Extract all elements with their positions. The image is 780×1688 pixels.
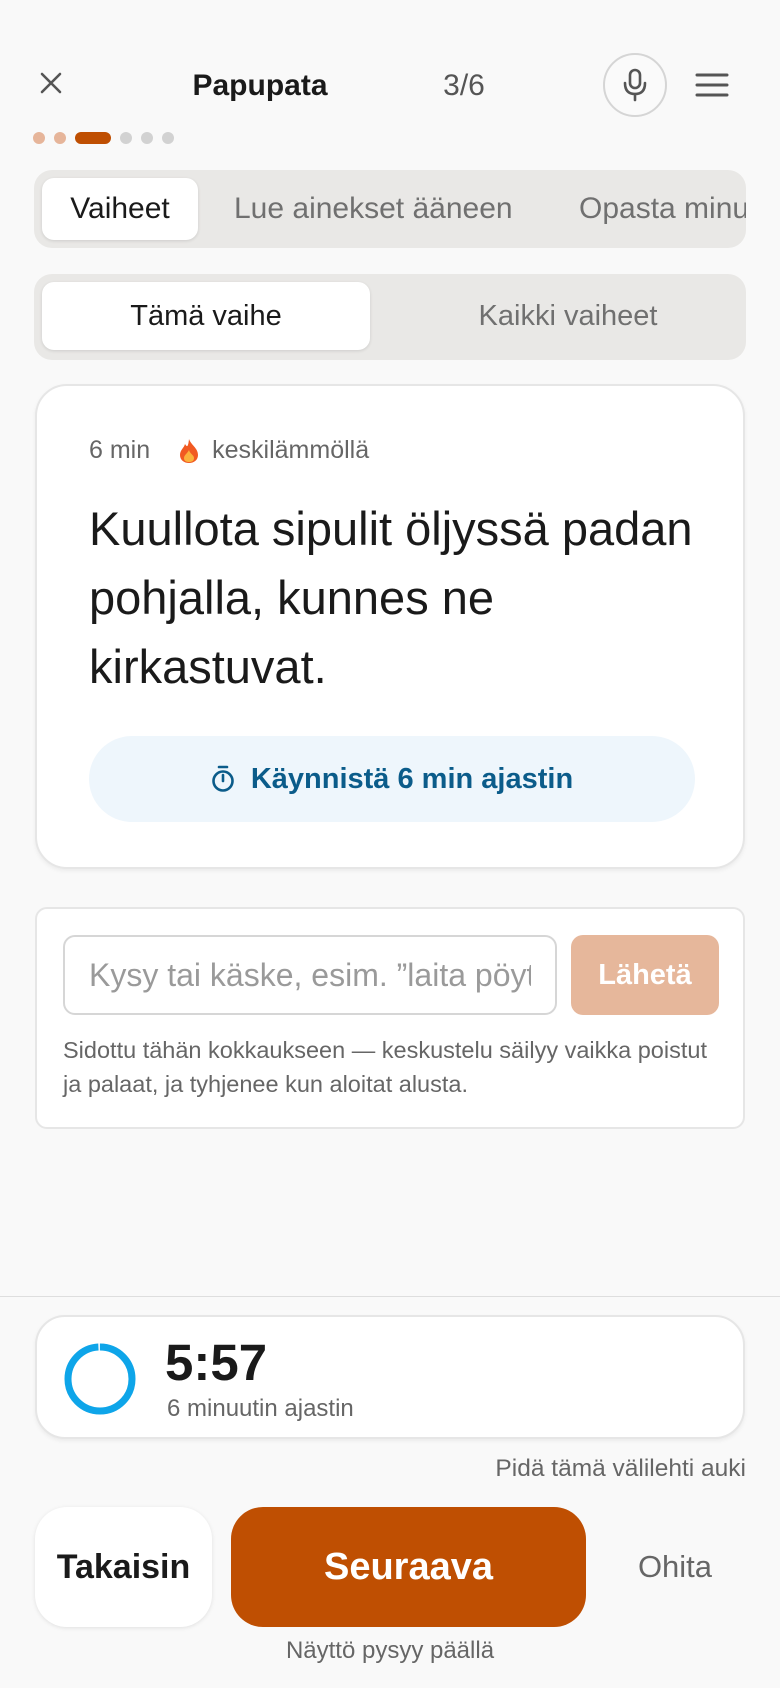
step-instruction: Kuullota sipulit öljyssä padan pohjalla,… bbox=[89, 502, 693, 693]
step-meta: 6 min keskilämmöllä bbox=[89, 436, 369, 465]
step-counter: 3/6 bbox=[443, 69, 485, 102]
start-timer-label: Käynnistä 6 min ajastin bbox=[250, 762, 574, 795]
this-step-button[interactable]: Tämä vaihe bbox=[42, 282, 370, 350]
step-card: 6 min keskilämmöllä Kuullota sipulit ölj… bbox=[35, 384, 745, 869]
tab-steps[interactable]: Vaiheet bbox=[42, 178, 198, 240]
menu-button[interactable] bbox=[691, 64, 733, 106]
heat-level: keskilämmöllä bbox=[212, 436, 370, 464]
timer-ring-progress bbox=[64, 1343, 136, 1415]
timer-ring bbox=[64, 1343, 136, 1415]
keep-tab-open-notice: Pidä tämä välilehti auki bbox=[495, 1455, 746, 1482]
flame-icon bbox=[178, 438, 200, 464]
hamburger-menu-icon bbox=[695, 73, 729, 97]
step-view-toggle: Tämä vaihe Kaikki vaiheet bbox=[34, 274, 746, 360]
screen-awake-notice: Näyttö pysyy päällä bbox=[285, 1637, 495, 1664]
voice-button[interactable] bbox=[603, 53, 667, 117]
progress-dot-current bbox=[75, 132, 111, 144]
progress-dot bbox=[120, 132, 132, 144]
next-button[interactable]: Seuraava bbox=[231, 1507, 586, 1627]
progress-dot bbox=[33, 132, 45, 144]
step-duration: 6 min bbox=[89, 436, 151, 464]
assistant-chat-box: Lähetä Sidottu tähän kokkaukseen — kesku… bbox=[35, 907, 745, 1129]
progress-dot bbox=[141, 132, 153, 144]
mode-tabs: Vaiheet Lue ainekset ääneen Opasta minua bbox=[34, 170, 746, 248]
step-progress-dots bbox=[33, 131, 174, 145]
progress-dot bbox=[162, 132, 174, 144]
send-button[interactable]: Lähetä bbox=[571, 935, 719, 1015]
active-timer-card[interactable]: 5:57 6 minuutin ajastin bbox=[35, 1315, 745, 1439]
bottom-divider bbox=[0, 1296, 780, 1297]
timer-time: 5:57 bbox=[165, 1334, 268, 1391]
back-button[interactable]: Takaisin bbox=[35, 1507, 212, 1627]
tab-guide-me[interactable]: Opasta minua bbox=[579, 178, 746, 240]
microphone-icon bbox=[623, 68, 647, 102]
tab-read-ingredients[interactable]: Lue ainekset ääneen bbox=[234, 178, 513, 240]
stopwatch-icon bbox=[211, 765, 235, 793]
timer-label: 6 minuutin ajastin bbox=[167, 1395, 354, 1422]
chat-hint: Sidottu tähän kokkaukseen — keskustelu s… bbox=[63, 1037, 707, 1097]
chat-input[interactable] bbox=[63, 935, 557, 1015]
start-timer-button[interactable]: Käynnistä 6 min ajastin bbox=[89, 736, 695, 822]
skip-button[interactable]: Ohita bbox=[615, 1507, 735, 1627]
progress-dot bbox=[54, 132, 66, 144]
all-steps-button[interactable]: Kaikki vaiheet bbox=[398, 282, 738, 350]
